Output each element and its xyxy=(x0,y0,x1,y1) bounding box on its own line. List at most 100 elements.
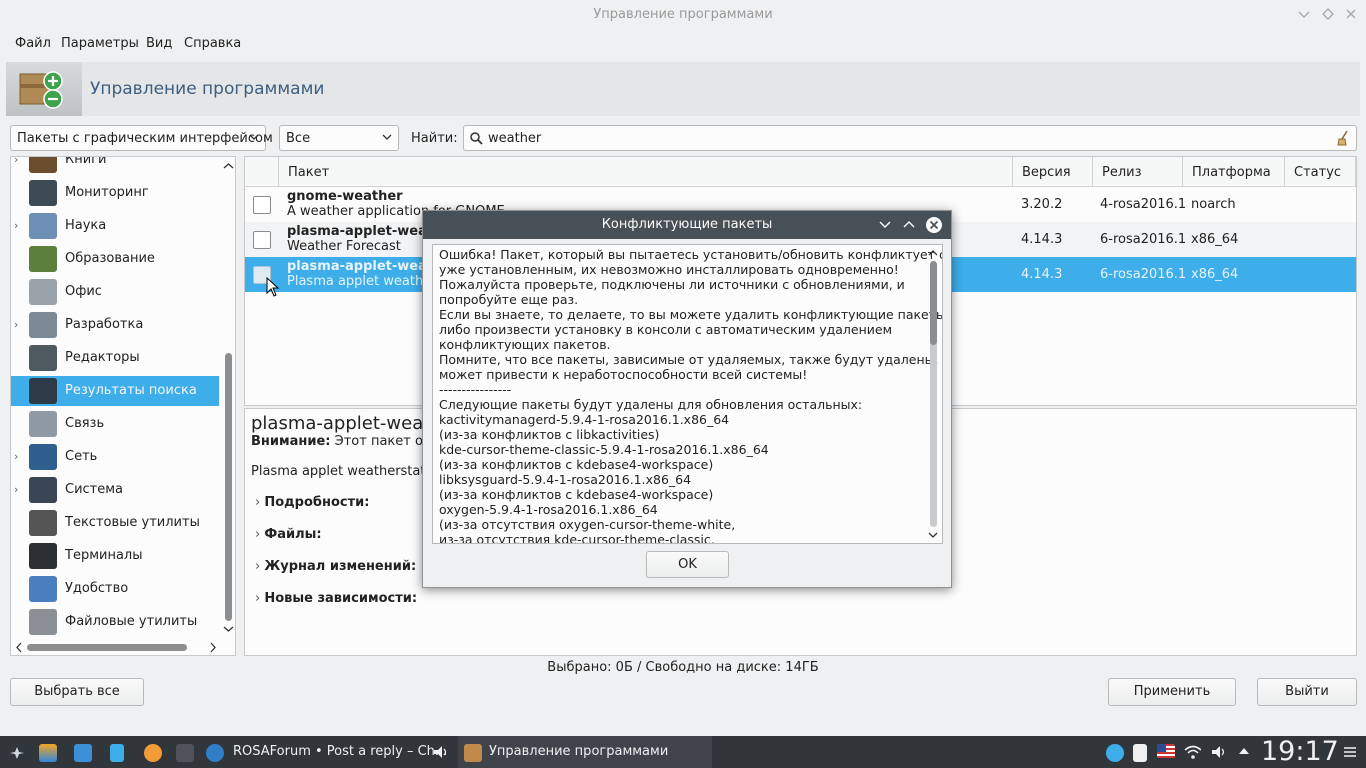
chevron-down-icon xyxy=(223,626,234,632)
quit-button[interactable]: Выйти xyxy=(1257,678,1357,706)
chevron-down-icon xyxy=(1298,11,1310,18)
menu-settings[interactable]: Параметры xyxy=(61,36,139,51)
sidebar-item-label: Связь xyxy=(65,416,105,431)
dialog-scroll-thumb[interactable] xyxy=(930,261,937,345)
sidebar-item[interactable]: Мониторинг xyxy=(11,178,219,208)
chevron-down-icon xyxy=(928,532,938,538)
sidebar-item[interactable]: › Наука xyxy=(11,211,219,241)
menu-view[interactable]: Вид xyxy=(146,36,172,51)
sidebar-item-label: Сеть xyxy=(65,449,98,464)
file-manager-icon[interactable] xyxy=(74,744,92,762)
browser-icon xyxy=(206,744,224,762)
expand-arrow-icon[interactable]: › xyxy=(14,450,18,463)
sidebar-vscrollbar[interactable] xyxy=(222,157,235,643)
sidebar-item[interactable]: Результаты поиска xyxy=(11,376,219,406)
office-suite-icon[interactable] xyxy=(144,744,162,762)
sidebar-item[interactable]: Файловые утилиты xyxy=(11,607,219,637)
expand-arrow-icon[interactable]: › xyxy=(14,483,18,496)
sidebar-item[interactable]: › Разработка xyxy=(11,310,219,340)
us-flag-keyboard-layout-icon[interactable] xyxy=(1157,744,1175,762)
chevron-up-icon[interactable] xyxy=(903,219,915,231)
science-flask-icon xyxy=(29,213,57,239)
updates-tray-icon[interactable] xyxy=(1106,744,1124,762)
dialog-text-line: Если вы знаете, то делаете, то вы можете… xyxy=(439,307,943,322)
sidebar-item-label: Файловые утилиты xyxy=(65,614,198,629)
dialog-text-line: Ошибка! Пакет, который вы пытаетесь уста… xyxy=(439,247,943,262)
menu-help[interactable]: Справка xyxy=(184,36,241,51)
package-type-select[interactable]: Пакеты с графическим интерфейсом xyxy=(10,125,273,151)
sidebar-hscroll-thumb[interactable] xyxy=(27,644,187,651)
chevron-right-icon: › xyxy=(255,591,261,606)
apply-button[interactable]: Применить xyxy=(1108,678,1236,706)
close-window-button[interactable] xyxy=(1343,7,1359,23)
network-globe-icon xyxy=(29,444,57,470)
category-sidebar[interactable]: › Книги Мониторинг › Наука Образование Офис › Ра… xyxy=(10,156,236,656)
status-filter-value: Все xyxy=(286,131,311,146)
maximize-button[interactable] xyxy=(1320,7,1336,23)
sidebar-item[interactable]: Терминалы xyxy=(11,541,219,571)
expand-arrow-icon[interactable]: › xyxy=(14,219,18,232)
dialog-text-line: попробуйте еще раз. xyxy=(439,292,579,307)
task-package-manager[interactable]: Управление программами xyxy=(458,736,712,768)
sidebar-item[interactable]: Редакторы xyxy=(11,343,219,373)
package-version: 4.14.3 xyxy=(1021,267,1063,282)
sidebar-item[interactable]: › Книги xyxy=(11,157,219,175)
sidebar-item[interactable]: Связь xyxy=(11,409,219,439)
table-header-package[interactable]: Пакет xyxy=(279,157,1013,187)
section-details[interactable]: › Подробности: xyxy=(255,495,369,510)
row-checkbox[interactable] xyxy=(253,231,271,249)
sidebar-item[interactable]: Текстовые утилиты xyxy=(11,508,219,538)
ok-button[interactable]: OK xyxy=(646,551,729,578)
sidebar-hscrollbar[interactable] xyxy=(11,641,221,655)
status-filter-select[interactable]: Все xyxy=(279,125,399,151)
expand-arrow-icon[interactable]: › xyxy=(14,318,18,331)
chevron-up-tray-icon[interactable] xyxy=(1237,744,1255,762)
document-icon[interactable] xyxy=(110,744,124,762)
section-new-dependencies[interactable]: › Новые зависимости: xyxy=(255,591,417,606)
terminal-icon[interactable] xyxy=(176,744,194,762)
close-icon[interactable] xyxy=(925,216,943,234)
package-box-logo-icon xyxy=(6,62,82,116)
search-icon xyxy=(470,132,483,145)
section-changelog[interactable]: › Журнал изменений: xyxy=(255,559,416,574)
clock[interactable]: 19:17 xyxy=(1261,736,1339,767)
dialog-text-line: Следующие пакеты будут удалены для обнов… xyxy=(439,397,863,412)
package-platform: x86_64 xyxy=(1191,267,1239,282)
row-checkbox[interactable] xyxy=(253,196,271,214)
task-browser[interactable]: ROSAForum • Post a reply – Ch... xyxy=(200,736,456,768)
table-header-platform[interactable]: Платформа xyxy=(1183,157,1285,187)
dialog-text-line: (из-за отсутствия oxygen-cursor-theme-wh… xyxy=(439,517,736,532)
select-all-button[interactable]: Выбрать все xyxy=(10,678,144,706)
dialog-vscrollbar[interactable] xyxy=(926,245,942,543)
sidebar-item[interactable]: Удобство xyxy=(11,574,219,604)
dialog-title: Конфликтующие пакеты xyxy=(601,217,773,232)
expand-arrow-icon[interactable]: › xyxy=(14,157,18,166)
image-viewer-icon[interactable] xyxy=(39,744,57,762)
chevron-down-icon[interactable] xyxy=(879,219,891,231)
menu-lines-icon[interactable] xyxy=(1342,744,1360,762)
package-release: 6-rosa2016.1 xyxy=(1100,232,1187,247)
sidebar-item[interactable]: Офис xyxy=(11,277,219,307)
dialog-text-line: oxygen-5.9.4-1-rosa2016.1.x86_64 xyxy=(439,502,658,517)
package-type-value: Пакеты с графическим интерфейсом xyxy=(17,131,273,146)
sidebar-vscroll-thumb[interactable] xyxy=(225,353,232,621)
table-header-release[interactable]: Релиз xyxy=(1093,157,1183,187)
dialog-message-text[interactable]: Ошибка! Пакет, который вы пытаетесь уста… xyxy=(432,244,943,544)
application-launcher-icon[interactable] xyxy=(8,744,26,762)
wifi-icon[interactable] xyxy=(1183,744,1201,762)
menu-file[interactable]: Файл xyxy=(15,36,51,51)
volume-icon[interactable] xyxy=(1210,744,1228,762)
sidebar-item[interactable]: › Система xyxy=(11,475,219,505)
clear-broom-icon[interactable] xyxy=(1336,130,1350,146)
table-header-status[interactable]: Статус xyxy=(1285,157,1356,187)
mouse-cursor-icon xyxy=(266,277,280,297)
table-header-version[interactable]: Версия xyxy=(1013,157,1093,187)
clipboard-tray-icon[interactable] xyxy=(1133,744,1147,762)
window-titlebar: Управление программами xyxy=(0,0,1366,30)
sidebar-item[interactable]: › Сеть xyxy=(11,442,219,472)
chevron-left-icon xyxy=(16,642,22,653)
section-files[interactable]: › Файлы: xyxy=(255,527,322,542)
sidebar-item[interactable]: Образование xyxy=(11,244,219,274)
search-input[interactable]: weather xyxy=(463,125,1357,151)
minimize-button[interactable] xyxy=(1296,7,1312,23)
